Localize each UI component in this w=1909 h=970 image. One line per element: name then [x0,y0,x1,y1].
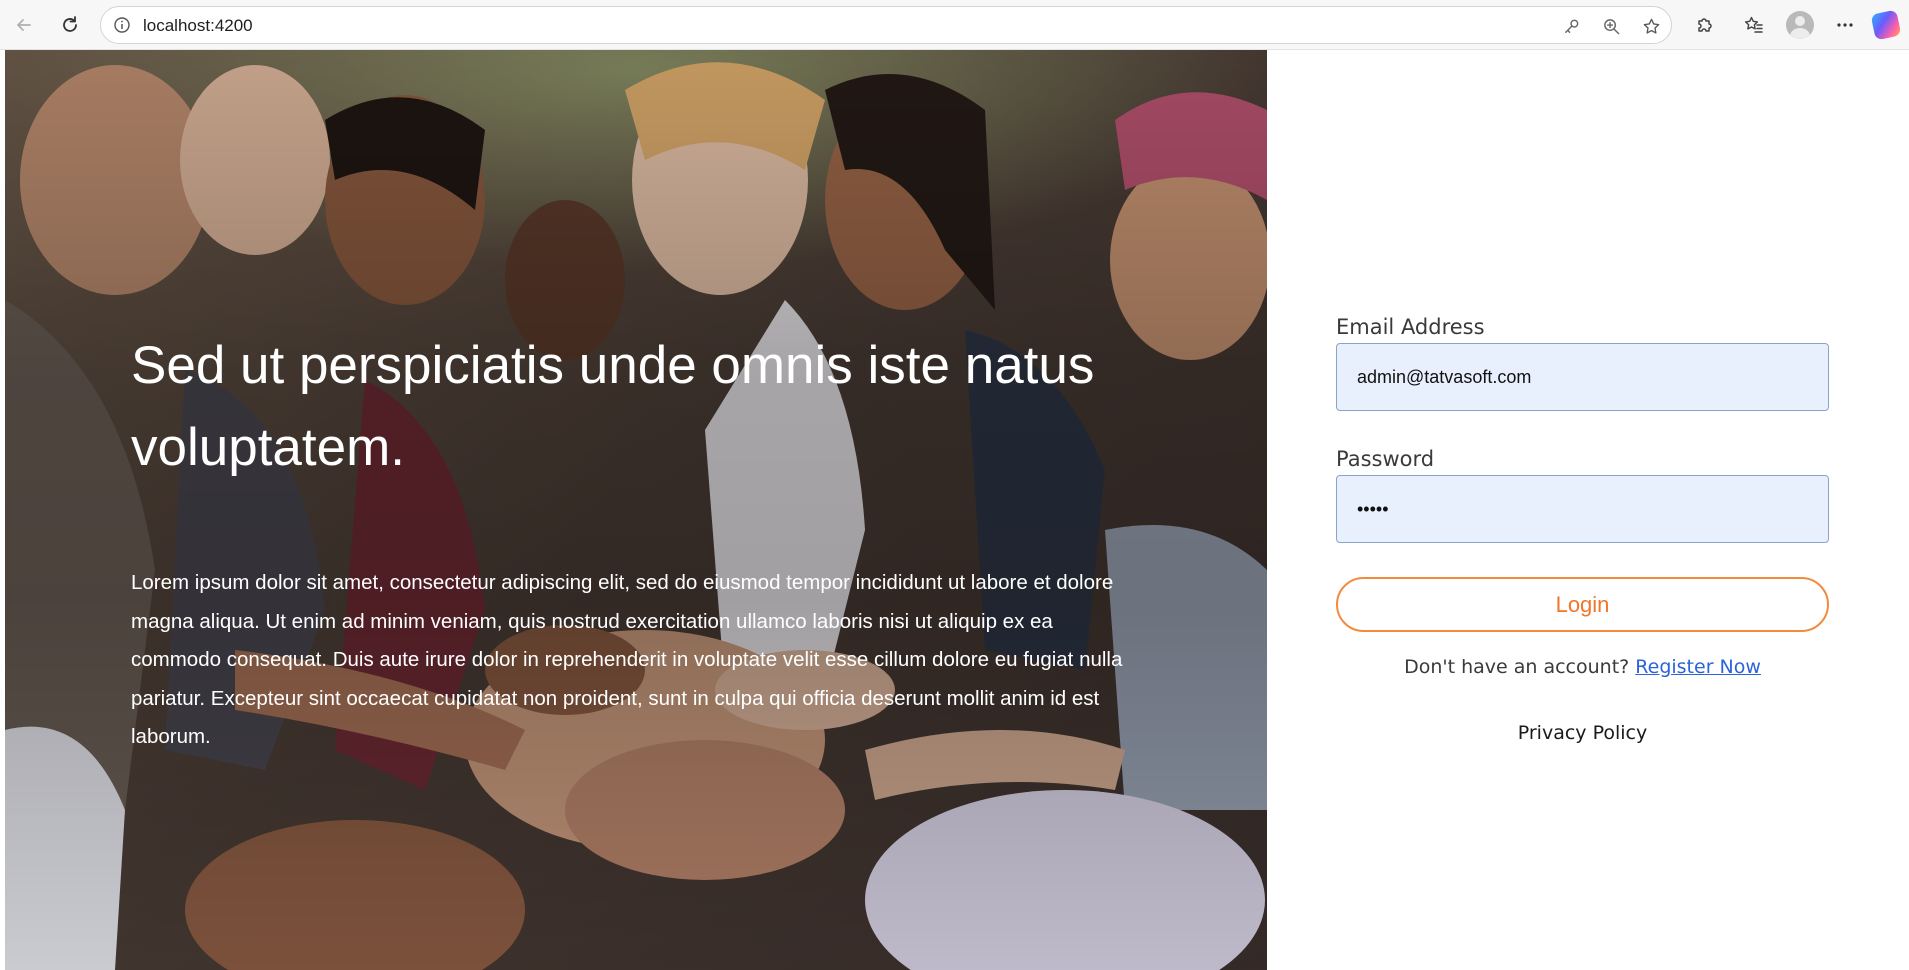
zoom-in-icon[interactable] [1599,14,1623,38]
copilot-icon[interactable] [1870,9,1902,41]
hero-description: Lorem ipsum dolor sit amet, consectetur … [131,571,1123,748]
privacy-policy-link[interactable]: Privacy Policy [1336,722,1829,744]
email-field[interactable] [1336,343,1829,411]
more-icon[interactable] [1829,9,1861,41]
register-now-link[interactable]: Register Now [1635,656,1761,678]
browser-toolbar: localhost:4200 [0,0,1909,50]
puzzle-icon[interactable] [1689,9,1721,41]
login-button[interactable]: Login [1336,577,1829,632]
register-prompt: Don't have an account? [1404,656,1630,678]
profile-avatar-icon[interactable] [1784,9,1816,41]
favorites-icon[interactable] [1738,9,1770,41]
hero-title: Sed ut perspiciatis unde omnis iste natu… [131,336,1095,477]
password-label: Password [1336,447,1435,471]
refresh-icon[interactable] [54,9,86,41]
url-text[interactable]: localhost:4200 [143,16,253,36]
register-prompt-row: Don't have an account? Register Now [1336,656,1829,678]
info-icon[interactable] [113,16,131,34]
back-arrow-icon[interactable] [8,9,40,41]
password-field[interactable] [1336,475,1829,543]
address-bar[interactable]: localhost:4200 [100,6,1672,44]
hero-overlay [5,50,1267,970]
email-label: Email Address [1336,315,1485,339]
star-icon[interactable] [1639,14,1663,38]
hero-section: Sed ut perspiciatis unde omnis iste natu… [5,50,1267,970]
key-icon[interactable] [1559,14,1583,38]
